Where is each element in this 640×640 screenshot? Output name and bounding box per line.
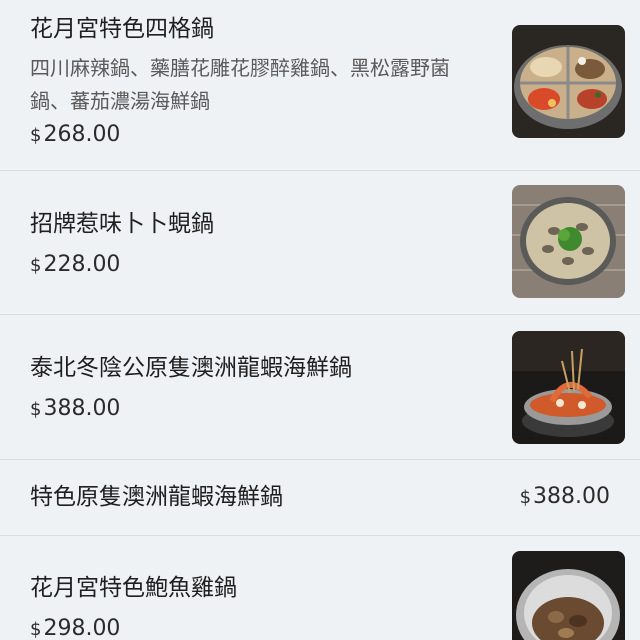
currency-symbol: $ [30, 399, 42, 420]
menu-item[interactable]: 花月宮特色四格鍋 四川麻辣鍋、藥膳花雕花膠醉雞鍋、黑松露野菌鍋、蕃茄濃湯海鮮鍋 … [0, 0, 640, 171]
tom-yum-lobster-hotpot-photo[interactable] [512, 331, 625, 444]
price-value: 228.00 [43, 252, 121, 277]
clam-hotpot-photo[interactable] [512, 185, 625, 298]
item-price: $388.00 [30, 395, 120, 424]
abalone-chicken-hotpot-photo[interactable] [512, 551, 625, 640]
item-name: 花月宮特色四格鍋 [30, 16, 214, 42]
price-value: 268.00 [43, 122, 121, 147]
currency-symbol: $ [30, 619, 42, 640]
item-price: $228.00 [30, 251, 120, 280]
currency-symbol: $ [30, 255, 42, 276]
item-price: $268.00 [30, 121, 120, 150]
four-grid-hotpot-photo[interactable] [512, 25, 625, 138]
menu-item[interactable]: 泰北冬陰公原隻澳洲龍蝦海鮮鍋 $388.00 [0, 315, 640, 460]
price-value: 298.00 [43, 616, 121, 640]
price-value: 388.00 [43, 396, 121, 421]
item-name: 花月宮特色鮑魚雞鍋 [30, 575, 237, 601]
menu-item[interactable]: 招牌惹味卜卜蜆鍋 $228.00 [0, 171, 640, 315]
item-name: 招牌惹味卜卜蜆鍋 [30, 211, 214, 237]
item-name: 特色原隻澳洲龍蝦海鮮鍋 [30, 484, 283, 510]
item-description: 四川麻辣鍋、藥膳花雕花膠醉雞鍋、黑松露野菌鍋、蕃茄濃湯海鮮鍋 [30, 56, 450, 113]
item-price: $388.00 [520, 483, 610, 512]
currency-symbol: $ [30, 125, 42, 146]
menu-item[interactable]: 花月宮特色鮑魚雞鍋 $298.00 [0, 536, 640, 640]
currency-symbol: $ [519, 487, 532, 508]
menu-item[interactable]: 特色原隻澳洲龍蝦海鮮鍋 $388.00 [0, 460, 640, 536]
price-value: 388.00 [533, 484, 610, 509]
item-price: $298.00 [30, 615, 120, 640]
item-name: 泰北冬陰公原隻澳洲龍蝦海鮮鍋 [30, 355, 352, 381]
menu-list: 花月宮特色四格鍋 四川麻辣鍋、藥膳花雕花膠醉雞鍋、黑松露野菌鍋、蕃茄濃湯海鮮鍋 … [0, 0, 640, 640]
